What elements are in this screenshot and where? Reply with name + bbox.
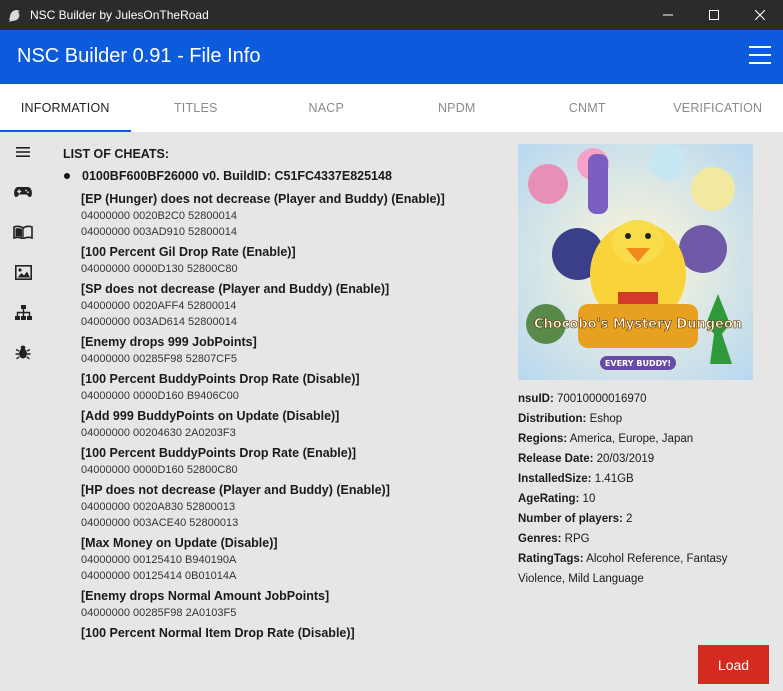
cheat-code-line: 04000000 00285F98 2A0103F5	[81, 607, 237, 619]
cover-logo-text: Chocobo's Mystery Dungeon	[534, 317, 742, 332]
cheat-name: [Enemy drops 999 JobPoints]	[81, 335, 257, 349]
gamepad-icon[interactable]	[0, 172, 46, 212]
info-label: Genres:	[518, 533, 562, 545]
info-row: Genres: RPG	[518, 529, 753, 549]
cheat-entry: [Enemy drops Normal Amount JobPoints] 040…	[63, 587, 503, 621]
cheat-entry: [100 Percent BuddyPoints Drop Rate (Disa…	[63, 370, 503, 404]
info-label: Regions:	[518, 433, 568, 445]
window-title: NSC Builder by JulesOnTheRoad	[30, 8, 209, 22]
info-row: nsuID: 70010000016970	[518, 389, 753, 409]
info-label: Distribution:	[518, 413, 587, 425]
app-bar: NSC Builder 0.91 - File Info	[0, 30, 783, 84]
info-label: InstalledSize:	[518, 473, 592, 485]
cheat-name: [100 Percent BuddyPoints Drop Rate (Disa…	[81, 372, 360, 386]
tab-cnmt[interactable]: CNMT	[522, 84, 653, 132]
info-value: America, Europe, Japan	[569, 433, 694, 445]
cheat-code-line: 04000000 00204630 2A0203F3	[81, 427, 236, 439]
info-row: AgeRating: 10	[518, 489, 753, 509]
list-icon[interactable]	[0, 132, 46, 172]
cheats-list: LIST OF CHEATS: 0100BF600BF26000 v0. Bui…	[63, 147, 503, 675]
info-label: AgeRating:	[518, 493, 580, 505]
info-label: Number of players:	[518, 513, 623, 525]
info-label: Release Date:	[518, 453, 594, 465]
cheat-code-line: 04000000 00125410 B940190A	[81, 554, 237, 566]
cheat-code-line: 04000000 003AD614 52800014	[81, 316, 237, 328]
info-row: Release Date: 20/03/2019	[518, 449, 753, 469]
cheat-name: [100 Percent BuddyPoints Drop Rate (Enab…	[81, 446, 357, 460]
tab-nacp[interactable]: NACP	[261, 84, 392, 132]
cheat-code-line: 04000000 0000D130 52800C80	[81, 263, 238, 275]
info-value: 2	[626, 513, 633, 525]
cheat-code-line: 04000000 0020B2C0 52800014	[81, 210, 237, 222]
cheat-name: [Enemy drops Normal Amount JobPoints]	[81, 589, 330, 603]
info-value: 10	[582, 493, 596, 505]
cheat-entry: [100 Percent Gil Drop Rate (Enable)] 0400…	[63, 243, 503, 277]
info-label: RatingTags:	[518, 553, 584, 565]
bug-icon[interactable]	[0, 332, 46, 372]
maximize-icon[interactable]	[691, 0, 737, 30]
info-value: 20/03/2019	[596, 453, 655, 465]
info-value: Eshop	[589, 413, 623, 425]
info-row: Number of players: 2	[518, 509, 753, 529]
cheat-entry: [SP does not decrease (Player and Buddy)…	[63, 280, 503, 330]
cheat-entry: [EP (Hunger) does not decrease (Player a…	[63, 190, 503, 240]
close-icon[interactable]	[737, 0, 783, 30]
game-info-panel: nsuID: 70010000016970 Distribution: Eshop…	[518, 389, 753, 589]
cheat-code-line: 04000000 0020AFF4 52800014	[81, 300, 237, 312]
game-cover-art: Chocobo's Mystery Dungeon EVERY BUDDY!	[518, 144, 753, 380]
sitemap-icon[interactable]	[0, 292, 46, 332]
cheat-entry: [Add 999 BuddyPoints on Update (Disable)…	[63, 407, 503, 441]
cheat-code-line: 04000000 0000D160 B9406C00	[81, 390, 239, 402]
cheats-heading: LIST OF CHEATS:	[63, 147, 170, 161]
tab-titles[interactable]: TITLES	[131, 84, 262, 132]
cheat-name: [Max Money on Update (Disable)]	[81, 536, 278, 550]
cheat-code-line: 04000000 0020A830 52800013	[81, 501, 236, 513]
cheat-entry: [Max Money on Update (Disable)] 04000000 …	[63, 534, 503, 584]
book-icon[interactable]	[0, 212, 46, 252]
tab-verification[interactable]: VERIFICATION	[653, 84, 783, 132]
info-row: Regions: America, Europe, Japan	[518, 429, 753, 449]
game-build-id: 0100BF600BF26000 v0. BuildID: C51FC4337E…	[82, 169, 392, 183]
tab-bar: INFORMATION TITLES NACP NPDM CNMT VERIFI…	[0, 84, 783, 132]
cheat-code-line: 04000000 00285F98 52807CF5	[81, 353, 237, 365]
cheat-code-line: 04000000 003AD910 52800014	[81, 226, 237, 238]
tab-information[interactable]: INFORMATION	[0, 84, 131, 132]
cheat-code-line: 04000000 0000D160 52800C80	[81, 464, 238, 476]
game-build-line: 0100BF600BF26000 v0. BuildID: C51FC4337E…	[63, 165, 503, 187]
info-value: 1.41GB	[594, 473, 634, 485]
cheat-name: [100 Percent Gil Drop Rate (Enable)]	[81, 245, 296, 259]
side-rail	[0, 132, 46, 372]
cheat-name: [SP does not decrease (Player and Buddy)…	[81, 282, 390, 296]
bullet-dot	[64, 173, 70, 179]
bird-icon	[0, 0, 30, 30]
info-label: nsuID:	[518, 393, 554, 405]
cheat-name: [EP (Hunger) does not decrease (Player a…	[81, 192, 445, 206]
cheat-code-line: 04000000 00125414 0B01014A	[81, 570, 237, 582]
tab-npdm[interactable]: NPDM	[392, 84, 523, 132]
info-row: InstalledSize: 1.41GB	[518, 469, 753, 489]
cheat-entry: [HP does not decrease (Player and Buddy)…	[63, 481, 503, 531]
window-titlebar: NSC Builder by JulesOnTheRoad	[0, 0, 783, 30]
load-button[interactable]: Load	[698, 645, 769, 684]
info-row: RatingTags: Alcohol Reference, Fantasy V…	[518, 549, 753, 589]
cheat-name: [HP does not decrease (Player and Buddy)…	[81, 483, 390, 497]
image-icon[interactable]	[0, 252, 46, 292]
info-value: 70010000016970	[556, 393, 647, 405]
info-row: Distribution: Eshop	[518, 409, 753, 429]
cheat-entry: [100 Percent BuddyPoints Drop Rate (Enab…	[63, 444, 503, 478]
info-value: RPG	[564, 533, 590, 545]
cheat-name: [Add 999 BuddyPoints on Update (Disable)…	[81, 409, 340, 423]
cheat-code-line: 04000000 003ACE40 52800013	[81, 517, 239, 529]
cheat-entry: [100 Percent Normal Item Drop Rate (Disa…	[63, 624, 503, 642]
cover-logo-subtitle: EVERY BUDDY!	[605, 359, 671, 368]
cheat-entry: [Enemy drops 999 JobPoints] 04000000 0028…	[63, 333, 503, 367]
hamburger-icon[interactable]	[749, 46, 771, 66]
page-title: NSC Builder 0.91 - File Info	[17, 45, 261, 67]
cheat-name: [100 Percent Normal Item Drop Rate (Disa…	[81, 626, 355, 640]
minimize-icon[interactable]	[645, 0, 691, 30]
